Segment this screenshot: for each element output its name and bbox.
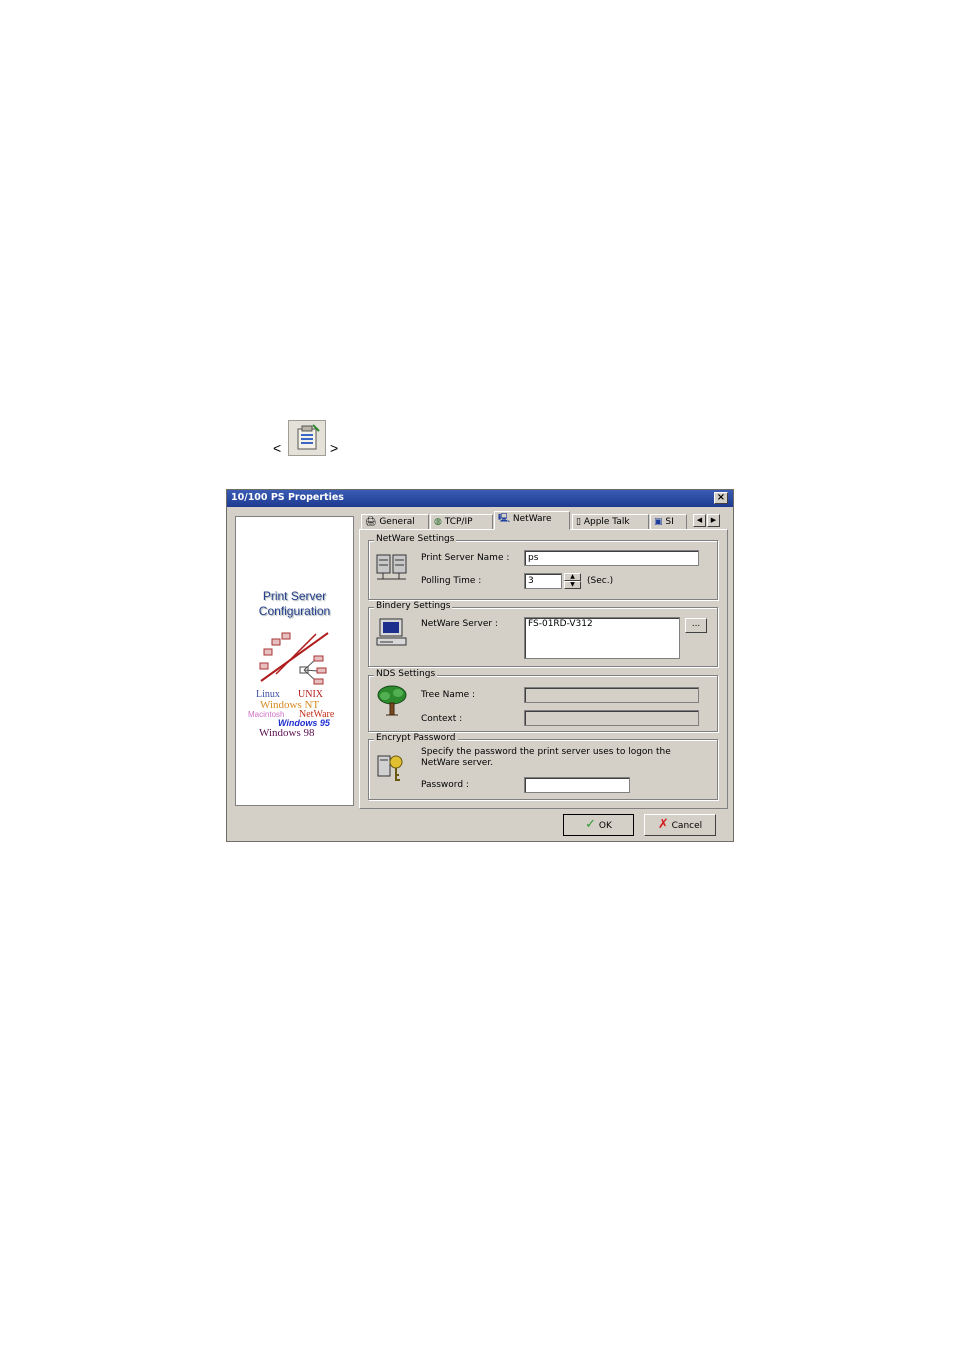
context-label: Context : <box>421 714 463 724</box>
server-icon <box>376 554 407 580</box>
tree-name-input[interactable] <box>524 687 699 703</box>
encrypt-description-line1: Specify the password the print server us… <box>421 747 671 757</box>
password-label: Password : <box>421 780 469 790</box>
tab-label: TCP/IP <box>444 517 473 527</box>
tab-partial[interactable]: ▣ SI <box>650 514 687 529</box>
properties-icon <box>288 420 326 456</box>
group-legend: NetWare Settings <box>374 534 457 544</box>
encrypt-password-group: Encrypt Password Specify the password th… <box>368 733 718 800</box>
tab-label: SI <box>665 517 674 527</box>
dialog-title: 10/100 PS Properties <box>231 492 344 503</box>
netware-server-label: NetWare Server : <box>421 619 498 629</box>
password-input[interactable] <box>524 777 630 793</box>
cancel-label: Cancel <box>671 821 703 831</box>
netware-settings-group: NetWare Settings Print Server Name : ps … <box>368 534 718 600</box>
netware-tab-page: NetWare Settings Print Server Name : ps … <box>359 529 728 809</box>
globe-icon: ◍ <box>434 517 442 527</box>
logo-heading-line1: Print Server <box>262 589 327 603</box>
properties-dialog: 10/100 PS Properties × Print Server Conf… <box>226 489 734 842</box>
close-angle-bracket: > <box>330 440 339 456</box>
close-button[interactable]: × <box>714 492 728 504</box>
open-angle-bracket: < <box>273 440 282 456</box>
ok-button[interactable]: ✓ OK <box>563 814 634 836</box>
group-legend: Bindery Settings <box>374 601 453 611</box>
printer-icon: 🖨 <box>365 517 377 527</box>
tree-name-label: Tree Name : <box>421 690 476 700</box>
tab-apple-talk[interactable]: ▯ Apple Talk <box>572 514 649 529</box>
title-bar: 10/100 PS Properties × <box>227 490 733 507</box>
print-server-name-label: Print Server Name : <box>421 553 510 563</box>
tab-netware[interactable]: 🖳 NetWare <box>494 511 570 530</box>
polling-time-label: Polling Time : <box>421 576 482 586</box>
tab-tcpip[interactable]: ◍ TCP/IP <box>430 514 493 529</box>
tab-scroll-right-button[interactable]: ▶ <box>707 514 720 527</box>
clipboard-icon: ▯ <box>576 517 581 527</box>
cancel-button[interactable]: ✗ Cancel <box>644 814 716 836</box>
context-input[interactable] <box>524 710 699 726</box>
bindery-settings-group: Bindery Settings NetWare Server : FS-01R… <box>368 601 718 667</box>
windows-98-logo: Windows 98 <box>259 727 315 739</box>
group-legend: NDS Settings <box>374 669 438 679</box>
network-icon: ▣ <box>654 517 663 527</box>
tab-general[interactable]: 🖨 General <box>361 514 429 529</box>
polling-time-unit: (Sec.) <box>587 576 614 586</box>
tab-label: Apple Talk <box>583 517 630 527</box>
x-icon: ✗ <box>657 817 669 832</box>
netware-server-list[interactable]: FS-01RD-V312 <box>524 617 680 659</box>
print-server-name-input[interactable]: ps <box>524 550 699 566</box>
polling-time-up-button[interactable]: ▲ <box>564 573 581 581</box>
computer-icon: 🖳 <box>498 514 511 524</box>
polling-time-down-button[interactable]: ▼ <box>564 581 581 589</box>
computer-icon <box>376 618 407 646</box>
tab-label: General <box>379 517 415 527</box>
network-diagram-icon <box>259 632 329 685</box>
nds-settings-group: NDS Settings Tree Name : Context : <box>368 669 718 732</box>
encrypt-description-line2: NetWare server. <box>421 758 494 768</box>
ok-label: OK <box>598 821 612 831</box>
logo-panel: Print Server Configuration Linux UNIX Wi… <box>235 516 354 806</box>
polling-time-input[interactable]: 3 <box>524 573 562 589</box>
tab-scroll-left-button[interactable]: ◀ <box>693 514 706 527</box>
check-icon: ✓ <box>585 817 597 832</box>
tree-icon <box>377 685 407 716</box>
browse-server-button[interactable]: ... <box>685 618 707 633</box>
tab-area: 🖨 General ◍ TCP/IP 🖳 NetWare ▯ Apple Tal… <box>359 511 729 809</box>
tab-label: NetWare <box>512 514 552 524</box>
keys-icon <box>377 755 403 781</box>
group-legend: Encrypt Password <box>374 733 458 743</box>
logo-heading-line2: Configuration <box>258 604 331 618</box>
